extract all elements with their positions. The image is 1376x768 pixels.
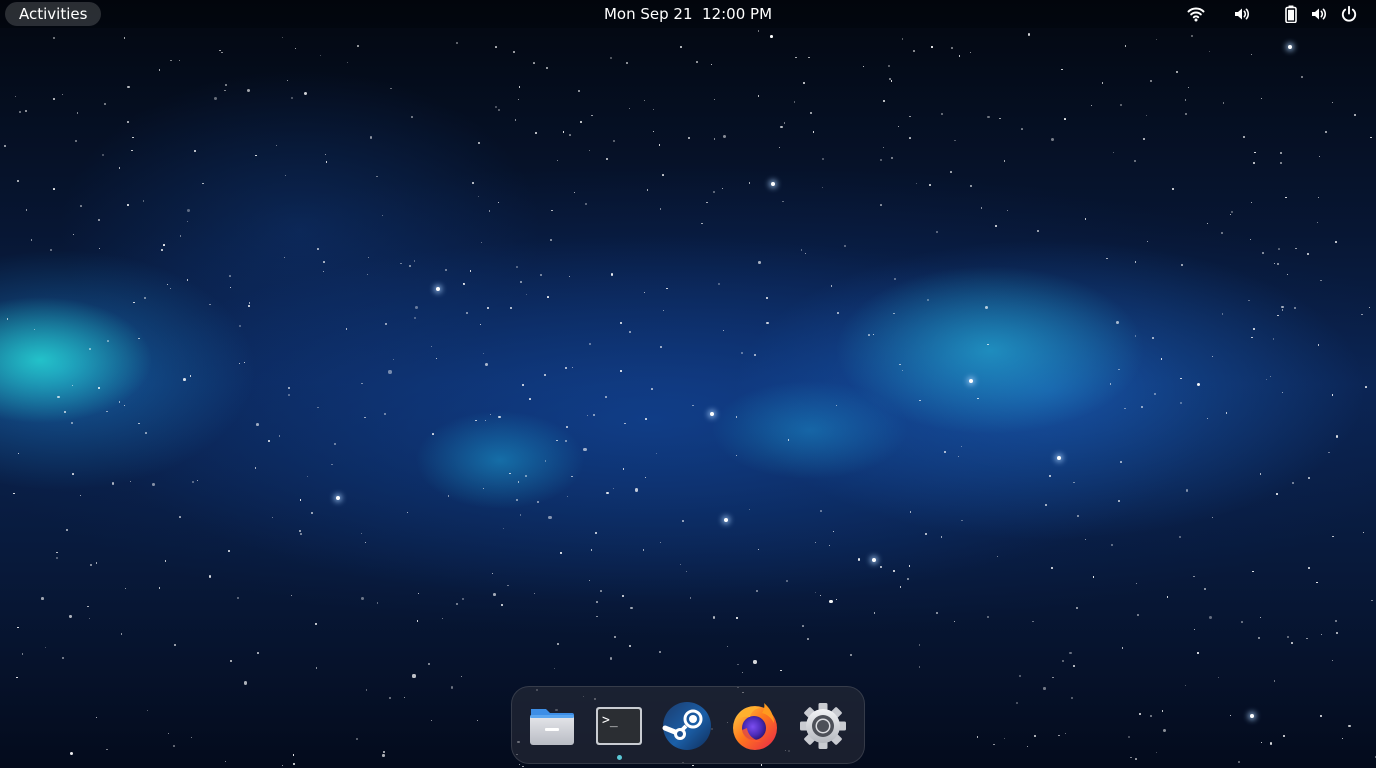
gear-icon [800,703,846,749]
dock-item-files[interactable] [526,700,578,752]
volume-icon[interactable] [1310,5,1328,23]
volume-icon[interactable] [1233,5,1251,23]
clock-area: Mon Sep 21 12:00 PM [0,0,1376,28]
desktop-wallpaper [0,0,1376,768]
terminal-prompt-glyph: >_ [602,713,618,728]
terminal-icon: >_ [596,707,642,745]
dock-item-settings[interactable] [797,700,849,752]
firefox-icon [733,703,777,750]
dock-item-terminal[interactable]: >_ [593,700,645,752]
clock-button[interactable]: Mon Sep 21 12:00 PM [604,5,772,23]
dash-dock: >_ [511,686,865,764]
folder-icon [530,709,574,745]
battery-icon[interactable] [1283,5,1299,23]
dock-item-steam[interactable] [661,700,713,752]
activities-button[interactable]: Activities [5,2,102,26]
steam-icon [662,702,711,750]
terminal-running-indicator [617,755,622,760]
wifi-icon[interactable] [1187,5,1205,23]
power-icon[interactable] [1340,5,1358,23]
top-bar: Activities Mon Sep 21 12:00 PM [0,0,1376,28]
dock-item-firefox[interactable] [729,700,781,752]
